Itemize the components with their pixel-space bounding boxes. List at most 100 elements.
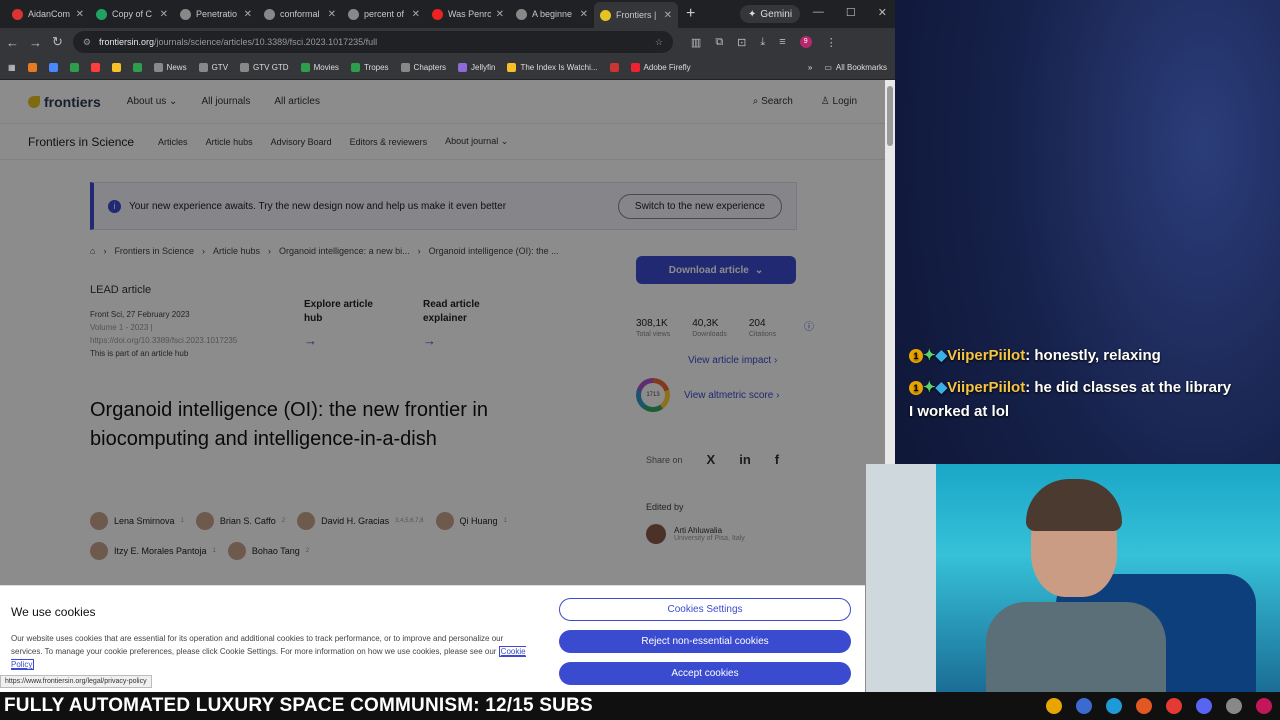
- bookmark-icon: [132, 63, 142, 72]
- sparkle-icon: ✦: [923, 379, 936, 396]
- close-tab-icon[interactable]: ✕: [76, 9, 84, 20]
- bookmark-item[interactable]: [132, 63, 142, 72]
- gemini-label: Gemini: [760, 8, 793, 20]
- chat-username: ViiperPiilot: [947, 379, 1026, 396]
- favicon-icon: [432, 8, 443, 20]
- tray-app-icon[interactable]: [1166, 698, 1182, 714]
- bookmark-item[interactable]: Adobe Firefly: [630, 63, 691, 72]
- badge-icon: 1: [909, 381, 923, 396]
- webcam-feed: [866, 464, 1280, 692]
- reading-list-icon[interactable]: ▥: [691, 36, 701, 49]
- maximize-icon[interactable]: ☐: [846, 6, 856, 19]
- tab-strip: AidanCom ✕ Copy of C ✕ Penetratio ✕ conformal ✕…: [0, 0, 895, 28]
- sparkle-icon: ✦: [923, 347, 936, 364]
- tray-app-icon[interactable]: [1106, 698, 1122, 714]
- sparkle-icon: ✦: [748, 8, 757, 20]
- browser-tab[interactable]: Was Penro ✕: [426, 3, 510, 25]
- bookmarks-bar: ▦ News GTV GTV GTD Movies Tropes Chapters Jell…: [0, 56, 895, 80]
- bookmark-icon: [198, 63, 208, 72]
- bookmark-icon: [609, 63, 619, 72]
- bookmark-icon: [630, 63, 640, 72]
- close-tab-icon[interactable]: ✕: [160, 9, 168, 20]
- bookmark-item[interactable]: [90, 63, 100, 72]
- bookmark-item[interactable]: Tropes: [350, 63, 389, 72]
- tray-app-icon[interactable]: [1136, 698, 1152, 714]
- back-icon[interactable]: ←: [6, 35, 19, 50]
- all-bookmarks[interactable]: ▭ All Bookmarks: [824, 63, 887, 72]
- bookmark-item[interactable]: [609, 63, 619, 72]
- taskbar-tray: [1046, 698, 1272, 714]
- bookmark-item[interactable]: [48, 63, 58, 72]
- cookies-settings-button[interactable]: Cookies Settings: [559, 598, 851, 621]
- bookmark-icon: [507, 63, 517, 72]
- favicon-icon: [12, 8, 23, 20]
- accept-cookies-button[interactable]: Accept cookies: [559, 662, 851, 685]
- address-bar[interactable]: ⚙ frontiersin.org/journals/science/artic…: [72, 31, 673, 53]
- extensions-icon[interactable]: ⧉: [715, 36, 723, 49]
- tray-app-icon[interactable]: [1226, 698, 1242, 714]
- bookmark-item[interactable]: [111, 63, 121, 72]
- bookmark-icon: [240, 63, 250, 72]
- cube-icon: ◆: [935, 379, 948, 396]
- browser-tab[interactable]: AidanCom ✕: [6, 3, 90, 25]
- close-tab-icon[interactable]: ✕: [580, 9, 588, 20]
- bookmark-icon: [90, 63, 100, 72]
- bookmark-icon: [458, 63, 468, 72]
- browser-tab[interactable]: Frontiers | ✕: [594, 2, 678, 28]
- star-icon[interactable]: ☆: [655, 37, 663, 48]
- tray-app-icon[interactable]: [1076, 698, 1092, 714]
- forward-icon[interactable]: →: [29, 35, 42, 50]
- bookmark-item[interactable]: Chapters: [400, 63, 446, 72]
- browser-tab[interactable]: Copy of C ✕: [90, 3, 174, 25]
- tray-app-icon[interactable]: [1046, 698, 1062, 714]
- browser-tab[interactable]: A beginne ✕: [510, 3, 594, 25]
- bookmark-item[interactable]: Jellyfin: [458, 63, 495, 72]
- download-icon[interactable]: ⤓: [760, 36, 765, 49]
- close-tab-icon[interactable]: ✕: [328, 9, 336, 20]
- chat-username: ViiperPiilot: [947, 347, 1026, 364]
- bookmarks-overflow-icon[interactable]: »: [808, 63, 812, 72]
- minimize-icon[interactable]: —: [813, 6, 824, 19]
- favicon-icon: [348, 8, 359, 20]
- close-window-icon[interactable]: ✕: [878, 6, 887, 19]
- bookmark-item[interactable]: News: [153, 63, 187, 72]
- new-tab-button[interactable]: +: [678, 5, 703, 23]
- url-host: frontiersin.org: [98, 37, 155, 47]
- bookmark-item[interactable]: GTV: [198, 63, 228, 72]
- site-info-icon[interactable]: ⚙: [83, 37, 91, 48]
- bookmark-item[interactable]: [69, 63, 79, 72]
- screenshot-icon[interactable]: ⊡: [737, 36, 746, 49]
- cookie-text: Our website uses cookies that are essent…: [11, 634, 526, 670]
- bookmark-icon: [27, 63, 37, 72]
- bookmark-icon: [300, 63, 310, 72]
- folder-icon: ▭: [824, 63, 832, 72]
- gemini-button[interactable]: ✦ Gemini: [740, 5, 801, 23]
- bookmark-item[interactable]: The Index Is Watchi...: [507, 63, 598, 72]
- bookmark-icon: [111, 63, 121, 72]
- close-tab-icon[interactable]: ✕: [244, 9, 252, 20]
- media-icon[interactable]: ≡: [779, 36, 785, 49]
- profile-avatar[interactable]: 9: [799, 35, 812, 48]
- browser-tab[interactable]: percent of ✕: [342, 3, 426, 25]
- reject-cookies-button[interactable]: Reject non-essential cookies: [559, 630, 851, 653]
- favicon-icon: [180, 8, 191, 20]
- tray-app-icon[interactable]: [1256, 698, 1272, 714]
- bookmark-item[interactable]: [27, 63, 37, 72]
- chat-message: 1 ✦◆ViiperPiilot: he did classes at the l…: [909, 379, 1232, 420]
- menu-icon[interactable]: ⋮: [826, 36, 837, 49]
- bookmark-item[interactable]: GTV GTD: [240, 63, 289, 72]
- bookmark-icon: [350, 63, 360, 72]
- chat-overlay: 1 ✦◆ViiperPiilot: honestly, relaxing 1 ✦◆Vi…: [909, 344, 1239, 432]
- apps-icon[interactable]: ▦: [8, 63, 16, 72]
- bookmark-item[interactable]: Movies: [300, 63, 339, 72]
- favicon-icon: [600, 9, 611, 21]
- chat-message: 1 ✦◆ViiperPiilot: honestly, relaxing: [909, 344, 1239, 368]
- browser-tab[interactable]: conformal ✕: [258, 3, 342, 25]
- reload-icon[interactable]: ↻: [52, 34, 63, 50]
- browser-tab[interactable]: Penetratio ✕: [174, 3, 258, 25]
- url-path: /journals/science/articles/10.3389/fsci.…: [154, 37, 378, 47]
- tray-app-icon[interactable]: [1196, 698, 1212, 714]
- close-tab-icon[interactable]: ✕: [496, 9, 504, 20]
- close-tab-icon[interactable]: ✕: [664, 10, 672, 21]
- close-tab-icon[interactable]: ✕: [412, 9, 420, 20]
